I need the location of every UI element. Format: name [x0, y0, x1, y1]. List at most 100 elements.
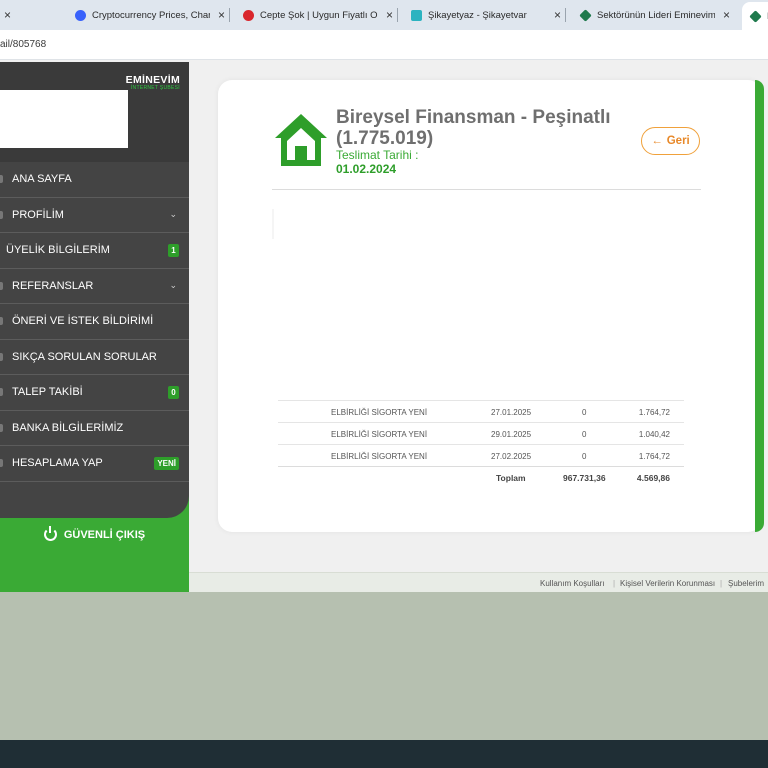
- total-sum: 4.569,86: [636, 473, 670, 483]
- cell-total: 1.764,72: [638, 408, 670, 417]
- brand-subtitle: İNTERNET ŞUBESİ: [130, 85, 180, 91]
- sidebar-item-referanslar[interactable]: REFERANSLAR ⌄: [0, 269, 189, 304]
- cell-desc: ELBİRLİĞİ SİGORTA YENİ: [331, 452, 428, 461]
- cell-date: 27.01.2025: [491, 408, 532, 417]
- sidebar-item-talep-takibi[interactable]: TALEP TAKİBİ 0: [0, 375, 189, 411]
- cell-amount: 0: [582, 408, 587, 417]
- logout-label: GÜVENLİ ÇIKIŞ: [63, 528, 146, 541]
- sidebar-item-label: ÜYELİK BİLGİLERİM: [6, 244, 110, 257]
- menu-bullet-icon: [0, 175, 3, 183]
- sidebar-item-profilim[interactable]: PROFİLİM ⌄: [0, 198, 189, 233]
- tab-title: Sektörünün Lideri Eminevim - I: [597, 9, 715, 21]
- sidebar-menu: ANA SAYFA PROFİLİM ⌄ ÜYELİK BİLGİLERİM 1…: [0, 162, 189, 482]
- back-label: Geri: [666, 135, 690, 147]
- sidebar-item-hesaplama-yap[interactable]: HESAPLAMA YAP YENİ: [0, 446, 189, 482]
- arrow-left-icon: ←: [651, 135, 663, 147]
- sikayetvar-icon: [411, 9, 422, 21]
- coinmarketcap-icon: [75, 9, 86, 21]
- browser-tab-active[interactable]: E: [742, 2, 768, 30]
- sidebar-item-sss[interactable]: SIKÇA SORULAN SORULAR: [0, 340, 189, 375]
- hidden-content-placeholder: [272, 209, 274, 239]
- menu-bullet-icon: [0, 388, 3, 396]
- os-taskbar: [0, 740, 768, 768]
- sidebar-item-label: PROFİLİM: [12, 208, 64, 221]
- menu-bullet-icon: [0, 210, 3, 219]
- footer-link-terms[interactable]: Kullanım Koşulları: [540, 579, 604, 588]
- tab-close-icon[interactable]: ×: [4, 8, 11, 22]
- footer-separator: |: [720, 579, 723, 588]
- total-label: Toplam: [496, 473, 526, 483]
- browser-tab-4[interactable]: Sektörünün Lideri Eminevim - I ×: [579, 4, 730, 26]
- count-badge: 0: [168, 386, 179, 399]
- table-row: ELBİRLİĞİ SİGORTA YENİ 29.01.2025 0 1.04…: [278, 422, 684, 444]
- footer-separator: |: [613, 579, 616, 588]
- sidebar-item-label: HESAPLAMA YAP: [12, 457, 103, 470]
- menu-bullet-icon: [0, 317, 3, 325]
- sidebar-item-oneri-istek[interactable]: ÖNERİ VE İSTEK BİLDİRİMİ: [0, 304, 189, 340]
- menu-bullet-icon: [0, 423, 3, 432]
- table-row: ELBİRLİĞİ SİGORTA YENİ 27.02.2025 0 1.76…: [278, 444, 684, 466]
- cell-desc: ELBİRLİĞİ SİGORTA YENİ: [331, 408, 428, 417]
- table-row: ELBİRLİĞİ SİGORTA YENİ 27.01.2025 0 1.76…: [278, 400, 684, 422]
- footer-link-privacy[interactable]: Kişisel Verilerin Korunması: [620, 579, 715, 588]
- chevron-down-icon: ⌄: [169, 279, 177, 290]
- browser-tab-1[interactable]: Cryptocurrency Prices, Charts A ×: [75, 4, 231, 26]
- divider: [272, 189, 701, 190]
- sok-icon: [243, 9, 254, 21]
- user-info-box: [0, 90, 128, 148]
- house-icon: [275, 114, 327, 166]
- sidebar-item-banka-bilgilerimiz[interactable]: BANKA BİLGİLERİMİZ: [0, 411, 189, 446]
- count-badge: 1: [168, 244, 179, 257]
- delivery-date-value: 01.02.2024: [336, 162, 397, 176]
- tab-close-icon[interactable]: ×: [554, 8, 561, 22]
- title-line-1: Bireysel Finansman - Peşinatlı: [336, 107, 611, 128]
- table-total-row: Toplam 967.731,36 4.569,86: [278, 466, 684, 488]
- sidebar: EMİNEVİM İNTERNET ŞUBESİ ANA SAYFA PROFİ…: [0, 62, 189, 592]
- card-accent-edge: [755, 80, 764, 532]
- page-footer: Kullanım Koşulları | Kişisel Verilerin K…: [189, 572, 768, 592]
- tab-title: Şikayetyaz - Şikayetvar: [428, 9, 527, 21]
- sidebar-item-label: SIKÇA SORULAN SORULAR: [12, 350, 157, 363]
- tab-separator: [229, 8, 231, 22]
- sidebar-item-label: ANA SAYFA: [12, 173, 72, 186]
- chevron-down-icon: ⌄: [169, 208, 177, 219]
- cell-total: 1.764,72: [638, 452, 670, 461]
- sidebar-item-label: BANKA BİLGİLERİMİZ: [12, 421, 124, 434]
- delivery-date-label: Teslimat Tarihi :: [336, 148, 419, 162]
- page-title: Bireysel Finansman - Peşinatlı (1.775.01…: [336, 107, 611, 149]
- cell-date: 27.02.2025: [491, 452, 532, 461]
- cell-amount: 0: [582, 430, 587, 439]
- tab-title: Cryptocurrency Prices, Charts A: [92, 9, 210, 21]
- tab-close-icon[interactable]: ×: [386, 8, 393, 22]
- power-icon: [43, 526, 57, 541]
- title-line-2: (1.775.019): [336, 128, 434, 149]
- cell-desc: ELBİRLİĞİ SİGORTA YENİ: [331, 430, 428, 439]
- eminevim-icon: [749, 9, 762, 23]
- back-button[interactable]: ← Geri: [641, 127, 700, 155]
- tab-close-icon[interactable]: ×: [218, 8, 225, 22]
- menu-bullet-icon: [0, 459, 3, 467]
- tab-separator: [565, 8, 567, 22]
- brand-logo[interactable]: EMİNEVİM İNTERNET ŞUBESİ: [126, 74, 180, 91]
- menu-bullet-icon: [0, 352, 3, 361]
- address-bar[interactable]: ail/805768: [0, 30, 768, 60]
- page-empty-area: [0, 592, 768, 740]
- url-text[interactable]: ail/805768: [0, 39, 46, 50]
- browser-tab-partial[interactable]: ×: [0, 4, 11, 26]
- cell-date: 29.01.2025: [491, 430, 532, 439]
- cell-total: 1.040,42: [638, 430, 670, 439]
- sidebar-item-uyelik-bilgilerim[interactable]: ÜYELİK BİLGİLERİM 1: [0, 233, 189, 269]
- tab-close-icon[interactable]: ×: [723, 8, 730, 22]
- browser-tab-3[interactable]: Şikayetyaz - Şikayetvar ×: [411, 4, 567, 26]
- sidebar-item-ana-sayfa[interactable]: ANA SAYFA: [0, 162, 189, 198]
- footer-link-branches[interactable]: Şubelerim: [728, 579, 764, 588]
- payments-table: ELBİRLİĞİ SİGORTA YENİ 27.01.2025 0 1.76…: [278, 400, 684, 488]
- logout-button[interactable]: GÜVENLİ ÇIKIŞ: [0, 526, 189, 541]
- browser-tab-2[interactable]: Cepte Şok | Uygun Fiyatlı Onlin ×: [243, 4, 399, 26]
- cell-amount: 0: [582, 452, 587, 461]
- sidebar-header: EMİNEVİM İNTERNET ŞUBESİ: [0, 62, 189, 162]
- new-badge: YENİ: [154, 457, 179, 470]
- eminevim-icon: [579, 8, 592, 22]
- sidebar-item-label: REFERANSLAR: [12, 279, 94, 292]
- sidebar-item-label: ÖNERİ VE İSTEK BİLDİRİMİ: [12, 315, 154, 328]
